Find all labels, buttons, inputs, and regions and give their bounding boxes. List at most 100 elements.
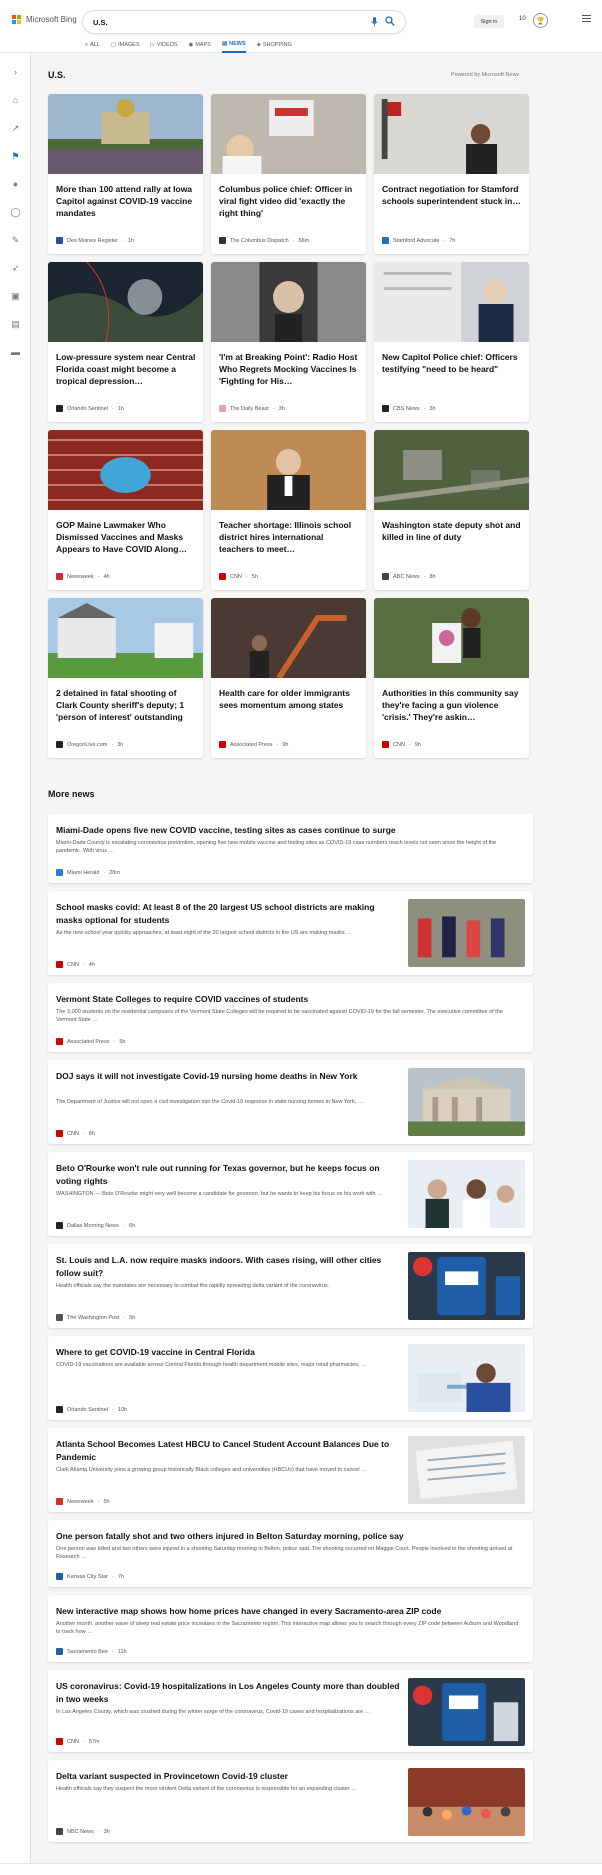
news-card[interactable]: Teacher shortage: Illinois school distri…: [211, 430, 366, 590]
world-icon[interactable]: ◯: [10, 207, 21, 218]
news-card[interactable]: 2 detained in fatal shooting of Clark Co…: [48, 598, 203, 758]
more-news-thumbnail[interactable]: [408, 1678, 525, 1746]
microphone-icon[interactable]: [369, 16, 379, 28]
menu-icon[interactable]: [582, 15, 591, 24]
more-news-title[interactable]: Beto O'Rourke won't rule out running for…: [56, 1162, 401, 1188]
news-card-title[interactable]: Authorities in this community say they'r…: [382, 687, 522, 725]
news-card-image[interactable]: [211, 262, 366, 342]
tab-videos[interactable]: ▷ VIDEOS: [151, 41, 178, 53]
more-news-item[interactable]: Where to get COVID-19 vaccine in Central…: [48, 1336, 533, 1420]
news-card-title[interactable]: Health care for older immigrants sees mo…: [219, 687, 359, 725]
more-news-thumbnail[interactable]: [408, 1160, 525, 1228]
more-news-title[interactable]: Vermont State Colleges to require COVID …: [56, 993, 521, 1006]
brand-name: Microsoft Bing: [26, 15, 77, 24]
trending-icon[interactable]: ↗: [10, 123, 21, 134]
more-news-thumbnail[interactable]: [408, 1768, 525, 1836]
search-icon[interactable]: [385, 13, 395, 31]
news-card-title[interactable]: Washington state deputy shot and killed …: [382, 519, 522, 557]
more-news-item[interactable]: St. Louis and L.A. now require masks ind…: [48, 1244, 533, 1328]
news-card-image[interactable]: [48, 430, 203, 510]
news-card[interactable]: Low-pressure system near Central Florida…: [48, 262, 203, 422]
rewards-trophy-icon[interactable]: 🏆: [533, 13, 548, 28]
home-icon[interactable]: ⌂: [10, 95, 21, 106]
more-news-source: Newsweek · 5h: [56, 1498, 110, 1505]
news-card[interactable]: Authorities in this community say they'r…: [374, 598, 529, 758]
news-card[interactable]: GOP Maine Lawmaker Who Dismissed Vaccine…: [48, 430, 203, 590]
news-card[interactable]: New Capitol Police chief: Officers testi…: [374, 262, 529, 422]
news-card-title[interactable]: More than 100 attend rally at Iowa Capit…: [56, 183, 196, 221]
news-card-image[interactable]: [211, 94, 366, 174]
more-news-item[interactable]: One person fatally shot and two others i…: [48, 1520, 533, 1587]
news-card-title[interactable]: New Capitol Police chief: Officers testi…: [382, 351, 522, 389]
rocket-icon[interactable]: ➶: [10, 263, 21, 274]
news-card-image[interactable]: [374, 598, 529, 678]
more-news-title[interactable]: One person fatally shot and two others i…: [56, 1530, 521, 1543]
more-news-thumbnail[interactable]: [408, 1252, 525, 1320]
location-icon[interactable]: ●: [10, 179, 21, 190]
separator-dot: ·: [276, 741, 279, 748]
more-news-title[interactable]: Where to get COVID-19 vaccine in Central…: [56, 1346, 401, 1359]
news-card-image[interactable]: [211, 598, 366, 678]
news-card-image[interactable]: [374, 430, 529, 510]
source-time: 7h: [117, 1573, 124, 1580]
news-card[interactable]: Columbus police chief: Officer in viral …: [211, 94, 366, 254]
more-news-item[interactable]: Atlanta School Becomes Latest HBCU to Ca…: [48, 1428, 533, 1512]
news-card-image[interactable]: [374, 94, 529, 174]
tab-maps[interactable]: ◉ MAPS: [189, 41, 211, 53]
tab-news[interactable]: ▤ NEWS: [221, 41, 246, 53]
news-card[interactable]: Health care for older immigrants sees mo…: [211, 598, 366, 758]
more-news-thumbnail[interactable]: [408, 1068, 525, 1136]
news-card-title[interactable]: Contract negotiation for Stamford school…: [382, 183, 522, 221]
search-box[interactable]: U.S.: [83, 11, 405, 33]
source-time: 1h: [127, 237, 135, 244]
more-news-title[interactable]: Atlanta School Becomes Latest HBCU to Ca…: [56, 1438, 401, 1464]
news-card-title[interactable]: 2 detained in fatal shooting of Clark Co…: [56, 687, 196, 725]
news-card[interactable]: 'I'm at Breaking Point': Radio Host Who …: [211, 262, 366, 422]
money-icon[interactable]: ▬: [10, 347, 21, 358]
more-news-thumbnail[interactable]: [408, 899, 525, 967]
more-news-thumbnail[interactable]: [408, 1344, 525, 1412]
news-card-title[interactable]: Teacher shortage: Illinois school distri…: [219, 519, 359, 557]
more-news-item[interactable]: New interactive map shows how home price…: [48, 1595, 533, 1662]
news-card-title[interactable]: 'I'm at Breaking Point': Radio Host Who …: [219, 351, 359, 389]
more-news-thumbnail[interactable]: [408, 1436, 525, 1504]
news-card[interactable]: Contract negotiation for Stamford school…: [374, 94, 529, 254]
more-news-item[interactable]: US coronavirus: Covid-19 hospitalization…: [48, 1670, 533, 1752]
tab-shopping[interactable]: ◈ SHOPPING: [257, 41, 292, 53]
more-news-source: CNN · 4h: [56, 961, 95, 968]
sign-in-button[interactable]: Sign in: [474, 15, 504, 28]
news-card-image[interactable]: [48, 94, 203, 174]
more-news-title[interactable]: Delta variant suspected in Provincetown …: [56, 1770, 401, 1783]
news-card-title[interactable]: GOP Maine Lawmaker Who Dismissed Vaccine…: [56, 519, 196, 557]
search-input[interactable]: U.S.: [93, 18, 369, 27]
us-flag-icon[interactable]: ⚑: [10, 151, 21, 162]
news-card[interactable]: More than 100 attend rally at Iowa Capit…: [48, 94, 203, 254]
tab-all[interactable]: ⌕ ALL: [85, 41, 100, 53]
more-news-title[interactable]: School masks covid: At least 8 of the 20…: [56, 901, 401, 927]
more-news-title[interactable]: New interactive map shows how home price…: [56, 1605, 521, 1618]
more-news-item[interactable]: Vermont State Colleges to require COVID …: [48, 983, 533, 1052]
more-news-item[interactable]: Beto O'Rourke won't rule out running for…: [48, 1152, 533, 1236]
more-news-item[interactable]: DOJ says it will not investigate Covid-1…: [48, 1060, 533, 1144]
rewards-points[interactable]: 10: [519, 16, 526, 22]
news-card-image[interactable]: [211, 430, 366, 510]
news-card-image[interactable]: [374, 262, 529, 342]
expand-rail-icon[interactable]: ›: [10, 67, 21, 78]
science-icon[interactable]: ✎: [10, 235, 21, 246]
more-news-title[interactable]: US coronavirus: Covid-19 hospitalization…: [56, 1680, 401, 1706]
more-news-item[interactable]: School masks covid: At least 8 of the 20…: [48, 891, 533, 975]
more-news-item[interactable]: Delta variant suspected in Provincetown …: [48, 1760, 533, 1842]
news-card[interactable]: Washington state deputy shot and killed …: [374, 430, 529, 590]
more-news-item[interactable]: Miami-Dade opens five new COVID vaccine,…: [48, 814, 533, 883]
news-card-title[interactable]: Low-pressure system near Central Florida…: [56, 351, 196, 389]
news-card-title[interactable]: Columbus police chief: Officer in viral …: [219, 183, 359, 221]
news-card-image[interactable]: [48, 262, 203, 342]
more-news-title[interactable]: DOJ says it will not investigate Covid-1…: [56, 1070, 401, 1083]
news-card-image[interactable]: [48, 598, 203, 678]
entertainment-icon[interactable]: ▣: [10, 291, 21, 302]
bing-logo[interactable]: Microsoft Bing: [12, 15, 77, 24]
more-news-title[interactable]: Miami-Dade opens five new COVID vaccine,…: [56, 824, 521, 837]
business-icon[interactable]: ▤: [10, 319, 21, 330]
more-news-title[interactable]: St. Louis and L.A. now require masks ind…: [56, 1254, 401, 1280]
tab-images[interactable]: ▢ IMAGES: [111, 41, 140, 53]
